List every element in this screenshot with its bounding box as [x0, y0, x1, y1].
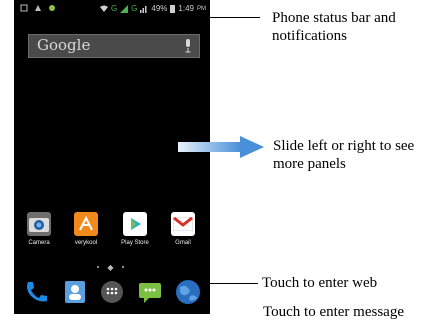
- phone-icon[interactable]: [22, 278, 50, 306]
- annotation-status-bar: Phone status bar and notifications: [272, 10, 396, 44]
- clock-ampm: PM: [197, 5, 206, 12]
- contacts-icon[interactable]: [61, 278, 89, 306]
- dock-leader-line-apps: [116, 306, 117, 314]
- network-type-secondary: G: [131, 4, 138, 13]
- annotation-web: Touch to enter web: [262, 275, 378, 291]
- android-icon: [49, 5, 55, 11]
- google-search-bar[interactable]: Google: [28, 34, 200, 58]
- camera-icon: [27, 212, 51, 236]
- dock-leader-line-contacts: [76, 306, 77, 314]
- wifi-icon: [99, 5, 108, 12]
- app-drawer-icon[interactable]: [98, 278, 126, 306]
- page-indicator: • ◆ •: [96, 263, 128, 272]
- network-type: G: [110, 4, 118, 13]
- dock-leader-line-messaging: [156, 306, 157, 314]
- annotation-message: Touch to enter message: [263, 304, 404, 320]
- app-verykool[interactable]: verykool: [63, 212, 109, 246]
- messaging-icon[interactable]: [136, 278, 164, 306]
- play-store-icon: [123, 212, 147, 236]
- app-camera[interactable]: Camera: [16, 212, 62, 246]
- app-gmail[interactable]: Gmail: [160, 212, 206, 246]
- home-app-row: Camera verykool Play Store Gmail: [14, 212, 210, 256]
- status-bar[interactable]: G G 49% 1:49 PM: [14, 0, 210, 18]
- signal-icon: [120, 4, 129, 13]
- search-bar-label: Google: [37, 36, 91, 54]
- microphone-icon[interactable]: [185, 39, 191, 53]
- signal-strength-icon: [140, 5, 147, 13]
- battery-icon: [170, 4, 176, 13]
- dock-leader-line-phone: [36, 306, 37, 314]
- warning-icon: [35, 5, 41, 11]
- app-label: verykool: [74, 240, 98, 246]
- clock-time: 1:49: [178, 4, 194, 13]
- browser-icon[interactable]: [174, 278, 202, 306]
- gmail-icon: [171, 212, 195, 236]
- verykool-icon: [74, 212, 98, 236]
- swipe-arrow-icon: [178, 136, 264, 158]
- battery-percent: 49%: [151, 4, 168, 13]
- app-label: Play Store: [121, 240, 149, 246]
- app-play-store[interactable]: Play Store: [112, 212, 158, 246]
- screenshot-icon: [20, 4, 28, 12]
- web-leader-line: [200, 283, 258, 284]
- dock: [14, 278, 210, 308]
- status-bar-leader-line: [196, 17, 260, 18]
- app-label: Gmail: [175, 240, 191, 246]
- app-label: Camera: [28, 240, 50, 246]
- annotation-swipe: Slide left or right to see more panels: [273, 138, 415, 172]
